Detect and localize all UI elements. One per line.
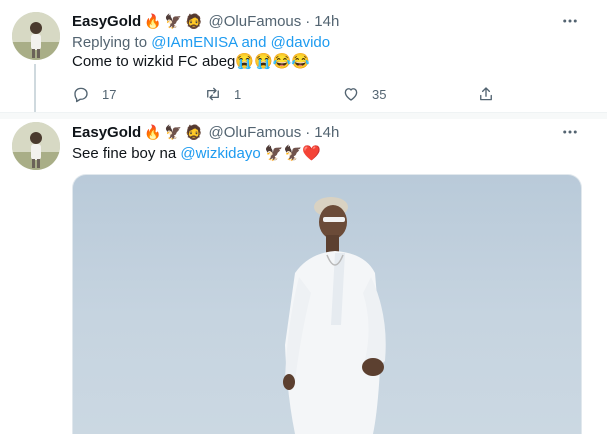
like-button[interactable]: 35 (342, 84, 386, 104)
eagle-emoji: 🦅 (164, 124, 183, 140)
tweet-text: See fine boy na @wizkidayo 🦅🦅❤️ (72, 144, 321, 164)
tweet-actions: 17 1 35 (72, 84, 512, 104)
replying-to-label: Replying to (72, 34, 148, 51)
timestamp[interactable]: 14h (314, 13, 339, 30)
share-icon (480, 87, 492, 101)
tweet-text-end: 🦅🦅❤️ (260, 145, 321, 162)
separator-dot: · (305, 12, 311, 30)
fire-emoji: 🔥 (144, 13, 162, 29)
separator-dot: · (305, 123, 311, 141)
share-button[interactable] (477, 84, 495, 104)
tweet-text: Come to wizkid FC abeg😭😭😂😂 (72, 53, 311, 70)
reply-count: 17 (102, 86, 117, 102)
timestamp[interactable]: 14h (314, 124, 339, 141)
tweet[interactable]: EasyGold 🔥 🦅 🧔 @OluFamous · 14h See fine… (0, 113, 607, 434)
thread-line (34, 64, 36, 113)
photo-image (283, 197, 386, 434)
eagle-emoji: 🦅 (164, 13, 183, 29)
tweet-gap (0, 113, 607, 119)
face-emoji: 🧔 (185, 13, 203, 29)
tweet-header: EasyGold 🔥 🦅 🧔 @OluFamous · 14h (72, 122, 339, 142)
more-options-button[interactable] (556, 122, 584, 142)
tweet-photo[interactable] (72, 174, 582, 434)
reply-icon (74, 87, 88, 103)
heart-icon (344, 88, 358, 101)
retweet-count: 1 (234, 86, 242, 102)
tweet-text-start: See fine boy na (72, 145, 181, 162)
tweet[interactable]: EasyGold 🔥 🦅 🧔 @OluFamous · 14h Replying… (0, 0, 607, 113)
retweet-button[interactable]: 1 (204, 84, 241, 104)
retweet-icon (207, 87, 219, 101)
mention-link[interactable]: @wizkidayo (180, 145, 260, 162)
reply-button[interactable]: 17 (72, 84, 116, 104)
more-options-button[interactable] (556, 11, 584, 31)
like-count: 35 (372, 86, 387, 102)
handle[interactable]: @OluFamous (209, 13, 302, 30)
replying-to-users[interactable]: @IAmENISA and @davido (151, 34, 330, 51)
replying-to: Replying to @IAmENISA and @davido (72, 33, 330, 53)
avatar[interactable] (12, 12, 60, 60)
handle[interactable]: @OluFamous (209, 124, 302, 141)
face-emoji: 🧔 (185, 124, 203, 140)
display-name[interactable]: EasyGold (72, 124, 141, 141)
display-name[interactable]: EasyGold (72, 13, 141, 30)
tweet-header: EasyGold 🔥 🦅 🧔 @OluFamous · 14h (72, 11, 339, 31)
avatar-photo (12, 12, 60, 60)
avatar-photo (12, 122, 60, 170)
fire-emoji: 🔥 (144, 124, 162, 140)
more-horizontal-icon (563, 130, 577, 134)
more-horizontal-icon (563, 19, 577, 23)
avatar[interactable] (12, 122, 60, 170)
